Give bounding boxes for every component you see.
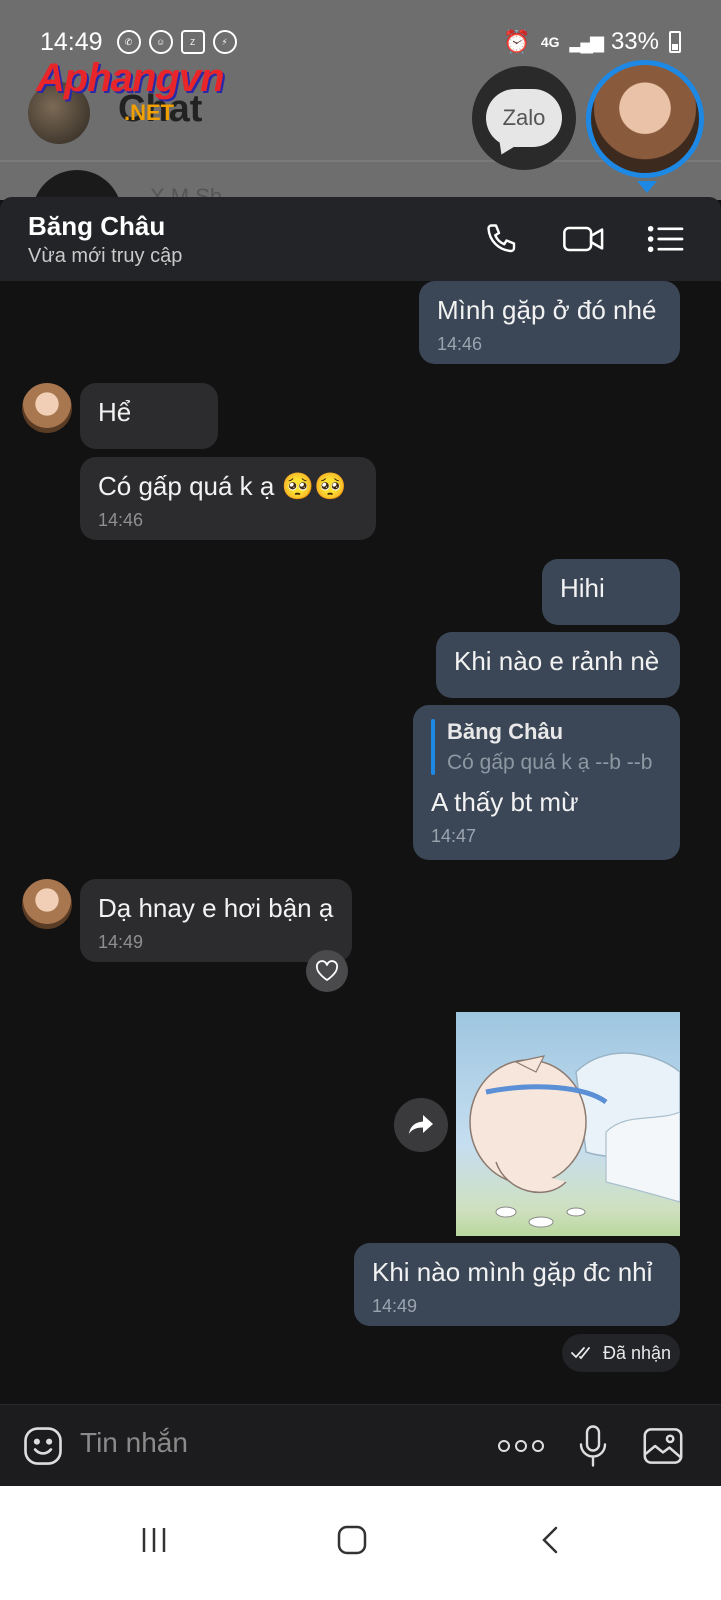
- message-time: 14:46: [437, 334, 483, 354]
- quoted-text: Có gấp quá k ạ --b --b: [447, 751, 653, 774]
- microphone-icon: [579, 1425, 607, 1467]
- quote-bar: [431, 719, 435, 775]
- message-time: 14:47: [431, 826, 477, 846]
- message-time: 14:46: [98, 510, 144, 530]
- contact-avatar[interactable]: [22, 383, 72, 433]
- message-input[interactable]: Tin nhắn: [80, 1427, 188, 1459]
- react-heart-button[interactable]: [306, 950, 348, 992]
- message-incoming[interactable]: Có gấp quá k ạ 🥺🥺 14:46: [80, 457, 376, 540]
- alarm-icon: ⏰: [503, 29, 531, 54]
- message-text: Khi nào e rảnh nè: [454, 646, 660, 676]
- contact-chat-head[interactable]: [586, 60, 704, 193]
- zalo-chat-head[interactable]: Zalo: [472, 66, 576, 170]
- back-button[interactable]: [520, 1510, 580, 1570]
- message-input-bar: Tin nhắn: [0, 1404, 721, 1486]
- message-text: A thấy bt mừ: [431, 787, 579, 817]
- home-icon: [337, 1525, 367, 1555]
- delivery-status-text: Đã nhận: [602, 1342, 672, 1363]
- image-picker-button[interactable]: [640, 1423, 686, 1469]
- heart-icon: [315, 960, 339, 981]
- zalo-logo-icon: Zalo: [486, 89, 562, 147]
- app-notification-icon: ☺: [148, 30, 173, 54]
- watermark-logo: Aphangvn: [36, 56, 225, 100]
- more-dots-icon: [498, 1440, 544, 1452]
- network-type: 4G: [540, 34, 560, 50]
- more-options-button[interactable]: [496, 1423, 546, 1469]
- message-outgoing[interactable]: Khi nào mình gặp đc nhỉ 14:49: [354, 1243, 680, 1326]
- video-call-button[interactable]: [562, 217, 606, 261]
- message-text: Có gấp quá k ạ 🥺🥺: [98, 471, 347, 501]
- viber-icon: ✆: [116, 30, 141, 54]
- message-text: Dạ hnay e hơi bận ạ: [98, 893, 334, 923]
- zalo-notification-icon: Z: [180, 30, 205, 54]
- double-check-icon: [571, 1347, 590, 1360]
- quoted-message[interactable]: Băng Châu Có gấp quá k ạ --b --b: [431, 719, 662, 775]
- emoji-button[interactable]: [20, 1423, 66, 1469]
- share-arrow-icon: [409, 1115, 433, 1134]
- chevron-left-icon: [542, 1526, 558, 1554]
- message-time: 14:49: [98, 932, 144, 952]
- status-time: 14:49: [40, 27, 103, 56]
- video-camera-icon: [563, 226, 604, 252]
- message-text: Khi nào mình gặp đc nhỉ: [372, 1257, 653, 1287]
- sticker-illustration: [469, 1052, 680, 1228]
- message-outgoing-reply[interactable]: Băng Châu Có gấp quá k ạ --b --b A thấy …: [413, 705, 680, 860]
- phone-icon: [487, 224, 516, 253]
- home-button[interactable]: [322, 1510, 382, 1570]
- contact-avatar[interactable]: [22, 879, 72, 929]
- list-menu-icon: [647, 225, 684, 253]
- smiley-icon: [24, 1427, 62, 1465]
- chat-header: Băng Châu Vừa mới truy cập: [0, 197, 721, 281]
- system-navigation-bar: [0, 1486, 721, 1600]
- watermark-suffix: .NET: [124, 100, 175, 125]
- message-outgoing[interactable]: Khi nào e rảnh nè: [436, 632, 680, 698]
- message-text: Hihi: [560, 573, 605, 603]
- message-incoming[interactable]: Hể: [80, 383, 218, 449]
- menu-button[interactable]: [644, 217, 688, 261]
- contact-name: Băng Châu: [28, 211, 166, 241]
- voice-call-button[interactable]: [480, 217, 524, 261]
- voice-message-button[interactable]: [570, 1423, 616, 1469]
- message-outgoing[interactable]: Mình gặp ở đó nhé 14:46: [419, 281, 680, 364]
- message-text: Mình gặp ở đó nhé: [437, 295, 657, 325]
- message-outgoing[interactable]: Hihi: [542, 559, 680, 625]
- message-incoming[interactable]: Dạ hnay e hơi bận ạ 14:49: [80, 879, 352, 962]
- recent-apps-button[interactable]: [124, 1510, 184, 1570]
- recent-apps-icon: [142, 1528, 166, 1552]
- quoted-sender: Băng Châu: [447, 719, 564, 744]
- image-icon: [643, 1428, 683, 1464]
- signal-icon: ▂▄▆: [569, 31, 604, 52]
- battery-icon: [669, 31, 681, 53]
- battery-percent: 33%: [610, 28, 659, 55]
- message-time: 14:49: [372, 1296, 418, 1316]
- message-text: Hể: [98, 397, 132, 427]
- share-button[interactable]: [394, 1098, 448, 1152]
- delivery-status: Đã nhận: [562, 1334, 680, 1372]
- messenger-icon: ⚡: [212, 30, 237, 54]
- contact-status: Vừa mới truy cập: [28, 245, 183, 267]
- sticker-image[interactable]: [456, 1012, 680, 1236]
